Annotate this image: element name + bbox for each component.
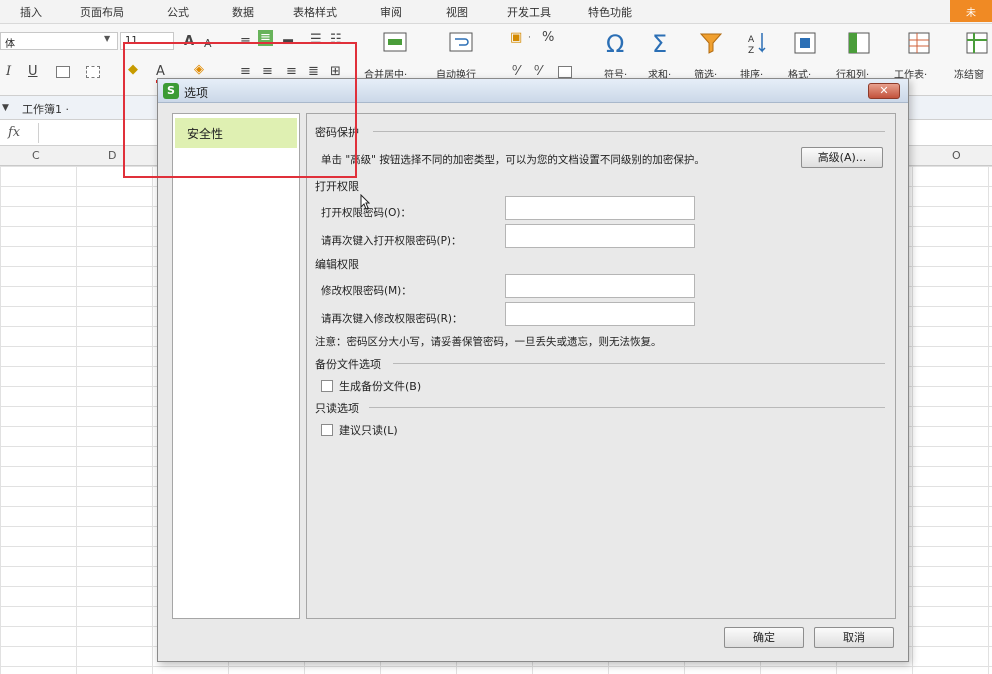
open-password-confirm-input[interactable] bbox=[505, 224, 695, 248]
omega-icon[interactable]: Ω bbox=[606, 30, 624, 58]
modify-password-input[interactable] bbox=[505, 274, 695, 298]
freeze-icon[interactable] bbox=[964, 30, 990, 56]
readonly-heading: 只读选项 bbox=[315, 402, 359, 415]
tab-table-style[interactable]: 表格样式 bbox=[293, 4, 337, 20]
divider bbox=[393, 363, 885, 364]
mouse-cursor-icon bbox=[360, 194, 370, 210]
close-button[interactable]: ✕ bbox=[868, 83, 900, 99]
security-panel: 密码保护 单击 "高级" 按钮选择不同的加密类型，可以为您的文档设置不同级别的加… bbox=[306, 113, 896, 619]
svg-text:Z: Z bbox=[748, 46, 754, 56]
number-format-icon[interactable] bbox=[558, 66, 572, 78]
tab-data[interactable]: 数据 bbox=[232, 4, 254, 20]
divider bbox=[369, 407, 885, 408]
workbook-tab[interactable]: 工作簿1 · bbox=[14, 99, 77, 117]
cancel-button[interactable]: 取消 bbox=[814, 627, 894, 648]
backup-checkbox-label: 生成备份文件(B) bbox=[339, 380, 422, 393]
italic-icon[interactable]: I bbox=[6, 64, 11, 80]
funnel-icon[interactable] bbox=[698, 30, 724, 56]
chevron-down-icon[interactable]: · bbox=[528, 30, 531, 46]
readonly-option[interactable]: 建议只读(L) bbox=[321, 422, 398, 438]
unsaved-badge: 未 bbox=[950, 0, 992, 22]
ok-button[interactable]: 确定 bbox=[724, 627, 804, 648]
currency-icon[interactable]: ▣ bbox=[510, 30, 522, 46]
options-sidebar: 安全性 bbox=[172, 113, 300, 619]
column-header-c[interactable]: C bbox=[32, 149, 40, 162]
open-password-input[interactable] bbox=[505, 196, 695, 220]
underline-icon[interactable]: U bbox=[28, 64, 38, 80]
tab-developer-tools[interactable]: 开发工具 bbox=[507, 4, 551, 20]
highlight-annotation-box bbox=[123, 42, 357, 178]
backup-heading: 备份文件选项 bbox=[315, 358, 381, 371]
cell-style-icon[interactable] bbox=[86, 66, 100, 78]
modify-password-confirm-input[interactable] bbox=[505, 302, 695, 326]
sigma-icon[interactable]: Σ bbox=[652, 30, 667, 58]
password-note: 注意：密码区分大小写，请妥善保管密码，一旦丢失或遗忘，则无法恢复。 bbox=[315, 336, 662, 348]
svg-text:A: A bbox=[748, 35, 755, 45]
sort-icon[interactable]: A Z bbox=[744, 30, 770, 56]
readonly-checkbox[interactable] bbox=[321, 424, 333, 436]
tab-special-features[interactable]: 特色功能 bbox=[588, 4, 632, 20]
encryption-description: 单击 "高级" 按钮选择不同的加密类型，可以为您的文档设置不同级别的加密保护。 bbox=[321, 154, 705, 166]
merge-center-icon[interactable] bbox=[382, 30, 408, 56]
chevron-down-icon[interactable]: ▼ bbox=[104, 34, 110, 43]
backup-option[interactable]: 生成备份文件(B) bbox=[321, 378, 421, 394]
ribbon-tab-bar: 插入 页面布局 公式 数据 表格样式 审阅 视图 开发工具 特色功能 未 bbox=[0, 0, 992, 24]
column-header-d[interactable]: D bbox=[108, 149, 116, 162]
readonly-checkbox-label: 建议只读(L) bbox=[339, 424, 398, 437]
tab-review[interactable]: 审阅 bbox=[380, 4, 402, 20]
percent-icon[interactable]: % bbox=[542, 30, 554, 46]
border-icon[interactable] bbox=[56, 66, 70, 78]
edit-permission-heading: 编辑权限 bbox=[315, 258, 359, 271]
worksheet-icon[interactable] bbox=[906, 30, 932, 56]
workbook-tab-label: 工作簿1 · bbox=[22, 103, 69, 116]
tab-page-layout[interactable]: 页面布局 bbox=[80, 4, 124, 20]
format-icon[interactable] bbox=[792, 30, 818, 56]
divider bbox=[373, 131, 885, 132]
backup-checkbox[interactable] bbox=[321, 380, 333, 392]
column-header-o[interactable]: O bbox=[952, 149, 961, 162]
advanced-button[interactable]: 高级(A)... bbox=[801, 147, 883, 168]
open-password-confirm-label: 请再次键入打开权限密码(P)： bbox=[321, 235, 462, 247]
open-permission-heading: 打开权限 bbox=[315, 180, 359, 193]
rows-cols-icon[interactable] bbox=[846, 30, 872, 56]
freeze-label[interactable]: 冻结窗 bbox=[954, 66, 984, 81]
tab-formulas[interactable]: 公式 bbox=[167, 4, 189, 20]
modify-password-confirm-label: 请再次键入修改权限密码(R)： bbox=[321, 313, 463, 325]
tab-insert[interactable]: 插入 bbox=[20, 4, 42, 20]
chevron-down-icon[interactable]: ▼ bbox=[2, 100, 9, 116]
tab-view[interactable]: 视图 bbox=[446, 4, 468, 20]
modify-password-label: 修改权限密码(M)： bbox=[321, 285, 412, 297]
wrap-text-icon[interactable] bbox=[448, 30, 474, 56]
fx-icon[interactable]: fx bbox=[8, 125, 20, 140]
font-name-select[interactable]: 体 bbox=[0, 32, 118, 50]
